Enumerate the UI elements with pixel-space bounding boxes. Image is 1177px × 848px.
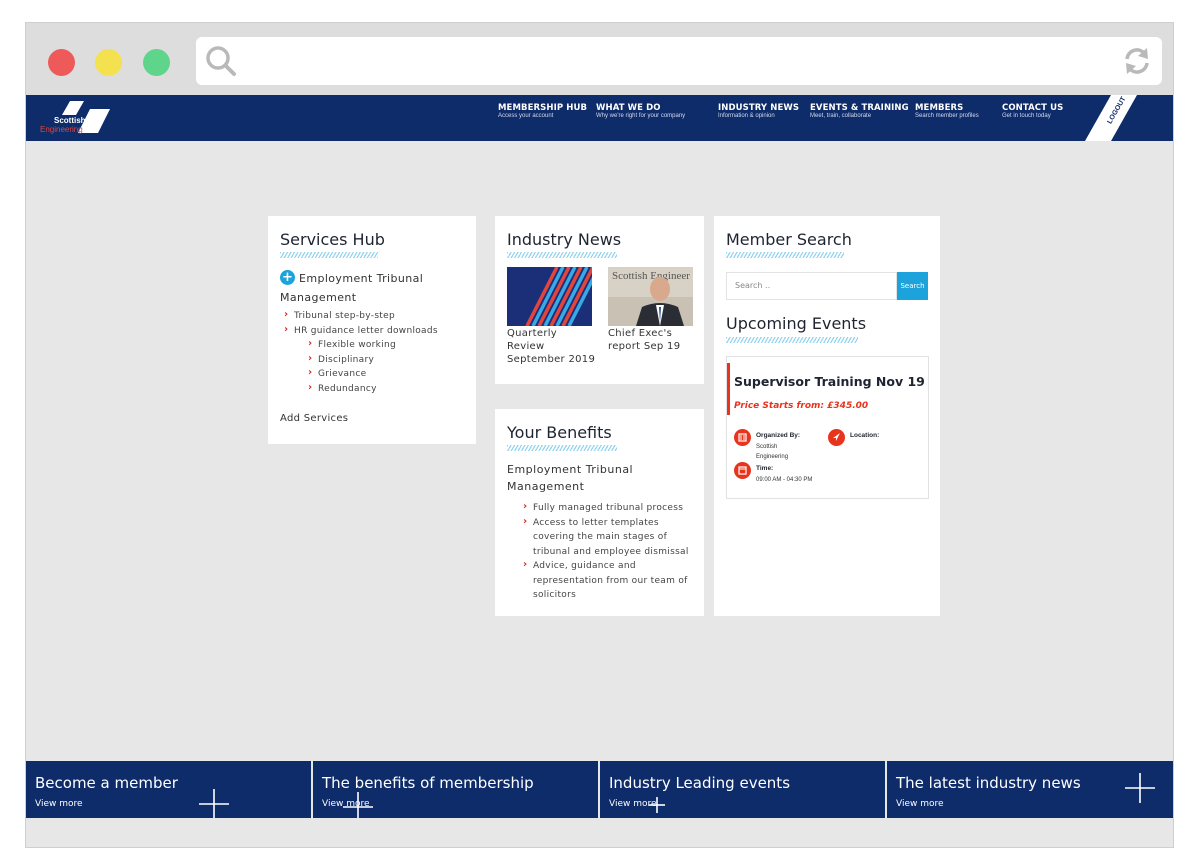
list-item[interactable]: Disciplinary bbox=[308, 352, 396, 368]
time-value: 09:00 AM - 04:30 PM bbox=[756, 477, 813, 483]
svg-text:Scottish Engineer: Scottish Engineer bbox=[612, 270, 690, 282]
member-search-card: Member Search Search .. Search Upcoming … bbox=[714, 216, 940, 616]
latest-news-tile[interactable]: The latest industry news View more bbox=[887, 761, 1173, 818]
list-item: Advice, guidance and representation from… bbox=[523, 558, 695, 603]
nav-members[interactable]: MEMBERS Search member profiles bbox=[915, 103, 979, 119]
plus-icon bbox=[199, 789, 229, 818]
nav-what-we-do[interactable]: WHAT WE DO Why we're right for your comp… bbox=[596, 103, 685, 119]
time-label: Time: bbox=[756, 465, 774, 472]
list-item[interactable]: Redundancy bbox=[308, 381, 396, 397]
benefits-membership-tile[interactable]: The benefits of membership View more bbox=[313, 761, 598, 818]
title-underline bbox=[507, 252, 617, 258]
list-item[interactable]: Tribunal step-by-step bbox=[284, 308, 438, 324]
logo-text-scottish: Scottish bbox=[54, 116, 86, 125]
logo-text-engineering: Engineering bbox=[40, 125, 83, 134]
news-caption-chief-exec[interactable]: Chief Exec's report Sep 19 bbox=[608, 327, 698, 353]
add-services-link[interactable]: Add Services bbox=[280, 413, 348, 424]
services-hub-title: Services Hub bbox=[280, 230, 385, 249]
minimize-window-button[interactable] bbox=[95, 49, 122, 76]
list-item[interactable]: HR guidance letter downloads bbox=[284, 323, 438, 339]
list-item[interactable]: Flexible working bbox=[308, 337, 396, 353]
list-item[interactable]: Grievance bbox=[308, 366, 396, 382]
event-card[interactable]: Supervisor Training Nov 19 Price Starts … bbox=[726, 356, 929, 499]
tile-title: Become a member bbox=[35, 774, 178, 792]
site-header: Scottish Engineering MEMBERSHIP HUB Acce… bbox=[26, 95, 1173, 141]
industry-news-title: Industry News bbox=[507, 230, 622, 249]
tile-title: The benefits of membership bbox=[322, 774, 534, 792]
nav-events-training[interactable]: EVENTS & TRAINING Meet, train, collabora… bbox=[810, 103, 909, 119]
services-hub-sublist: Flexible working Disciplinary Grievance … bbox=[308, 337, 396, 397]
event-accent-bar bbox=[727, 363, 730, 415]
your-benefits-card: Your Benefits Employment Tribunal Manage… bbox=[495, 409, 704, 616]
view-more-link[interactable]: View more bbox=[896, 799, 944, 809]
title-underline bbox=[280, 252, 378, 258]
maximize-window-button[interactable] bbox=[143, 49, 170, 76]
tile-title: Industry Leading events bbox=[609, 774, 791, 792]
member-search-input[interactable]: Search .. bbox=[726, 272, 897, 300]
portrait-photo[interactable]: Scottish Engineer bbox=[608, 267, 693, 326]
browser-toolbar bbox=[26, 23, 1173, 95]
plus-icon bbox=[649, 797, 665, 813]
services-hub-list: Tribunal step-by-step HR guidance letter… bbox=[284, 308, 438, 339]
view-more-link[interactable]: View more bbox=[35, 799, 83, 809]
title-underline bbox=[726, 337, 858, 343]
reload-icon[interactable] bbox=[1120, 44, 1154, 78]
tile-title: The latest industry news bbox=[896, 774, 1081, 792]
industry-news-card: Industry News Quarterly Review September… bbox=[495, 216, 704, 384]
building-icon bbox=[734, 429, 751, 446]
member-search-button[interactable]: Search bbox=[897, 272, 928, 300]
location-arrow-icon bbox=[828, 429, 845, 446]
benefits-heading: Employment Tribunal Management bbox=[507, 463, 634, 493]
your-benefits-title: Your Benefits bbox=[507, 423, 612, 442]
scottish-engineering-logo[interactable]: Scottish Engineering bbox=[32, 99, 112, 137]
event-title[interactable]: Supervisor Training Nov 19 bbox=[734, 374, 925, 389]
member-search-title: Member Search bbox=[726, 230, 852, 249]
become-member-tile[interactable]: Become a member View more bbox=[26, 761, 311, 818]
search-icon bbox=[206, 46, 236, 76]
organized-by-value: Scottish Engineering bbox=[756, 444, 789, 460]
news-caption-quarterly[interactable]: Quarterly Review September 2019 bbox=[507, 327, 597, 366]
organized-by-label: Organized By: bbox=[756, 432, 801, 439]
address-bar[interactable] bbox=[196, 37, 1162, 85]
footer-tiles: Become a member View more The benefits o… bbox=[26, 761, 1173, 818]
browser-window: Scottish Engineering MEMBERSHIP HUB Acce… bbox=[25, 22, 1174, 848]
plus-circle-icon[interactable]: + bbox=[280, 270, 295, 285]
list-item: Access to letter templates covering the … bbox=[523, 515, 695, 560]
services-hub-card: Services Hub Employment Tribunal Managem… bbox=[268, 216, 476, 444]
benefits-list: Fully managed tribunal process Access to… bbox=[523, 500, 695, 603]
services-hub-heading[interactable]: Employment Tribunal Management bbox=[280, 269, 460, 307]
plus-icon bbox=[1125, 773, 1155, 803]
location-label: Location: bbox=[850, 432, 880, 439]
event-price: Price Starts from: £345.00 bbox=[734, 401, 869, 411]
title-underline bbox=[507, 445, 617, 451]
calendar-icon bbox=[734, 462, 751, 479]
plus-icon bbox=[343, 792, 373, 818]
title-underline bbox=[726, 252, 844, 258]
upcoming-events-title: Upcoming Events bbox=[726, 314, 867, 333]
close-window-button[interactable] bbox=[48, 49, 75, 76]
logout-button[interactable]: LOGOUT bbox=[1085, 95, 1137, 141]
list-item: Fully managed tribunal process bbox=[523, 500, 695, 516]
striped-cover-image[interactable] bbox=[507, 267, 592, 326]
nav-membership-hub[interactable]: MEMBERSHIP HUB Access your account bbox=[498, 103, 587, 119]
industry-events-tile[interactable]: Industry Leading events View more bbox=[600, 761, 885, 818]
nav-industry-news[interactable]: INDUSTRY NEWS Information & opinion bbox=[718, 103, 799, 119]
nav-contact-us[interactable]: CONTACT US Get in touch today bbox=[1002, 103, 1063, 119]
